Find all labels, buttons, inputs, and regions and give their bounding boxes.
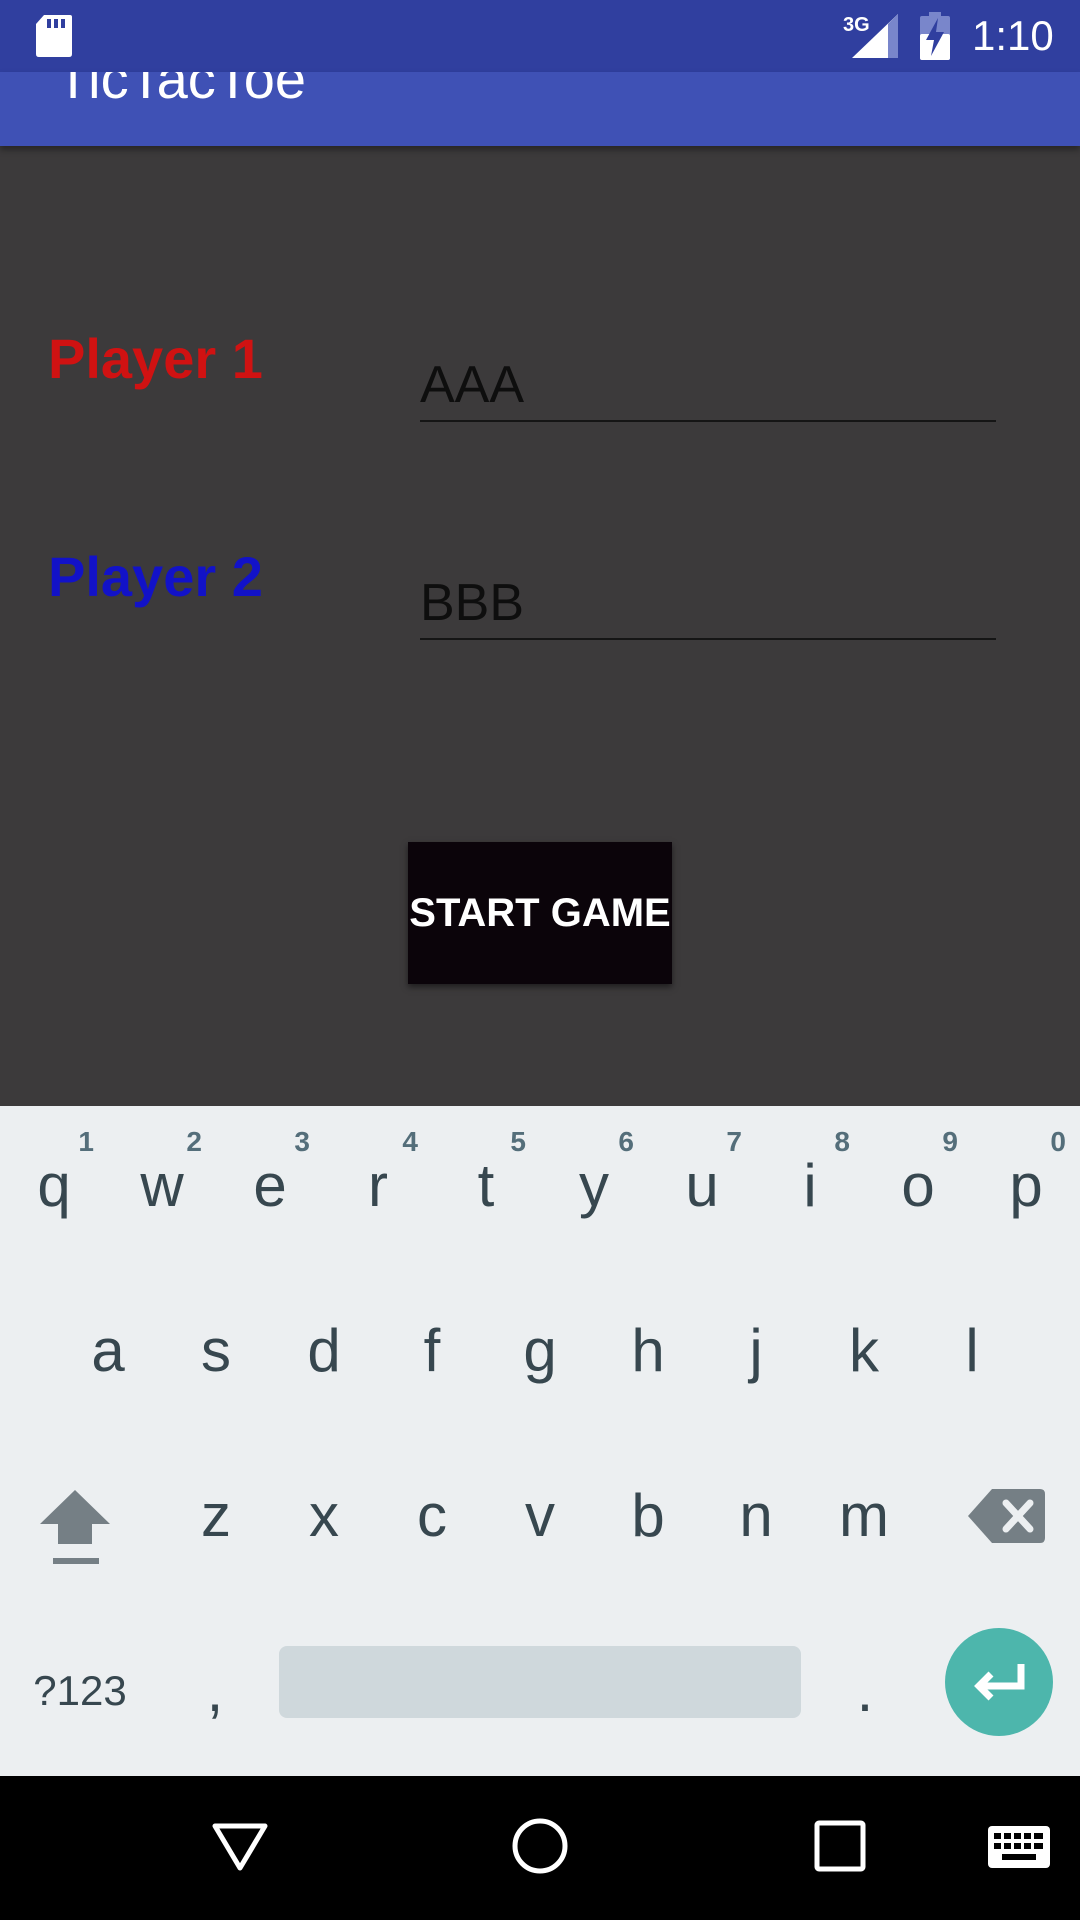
soft-keyboard: ?123 , . q1w2e3r4t5y6u7i8o9p0asdfghjklzx… [0,1106,1080,1776]
key-number-hint: 0 [1050,1126,1066,1157]
key-n[interactable]: n [702,1436,810,1596]
key-number-hint: 7 [726,1126,742,1157]
key-label: e [253,1152,287,1219]
enter-icon [974,1664,1025,1701]
key-label: r [368,1152,388,1219]
delete-key[interactable] [950,1436,1080,1596]
key-label: x [309,1482,339,1549]
player2-label: Player 2 [48,545,263,608]
backspace-icon [968,1489,1045,1543]
player1-label: Player 1 [48,327,263,390]
home-icon[interactable] [510,1816,570,1876]
key-label: y [579,1152,609,1219]
key-number-hint: 6 [618,1126,634,1157]
recents-icon[interactable] [813,1819,867,1873]
start-game-button[interactable]: START GAME [408,842,672,984]
keyboard-icon[interactable] [988,1826,1050,1868]
player1-name-input[interactable] [420,350,996,422]
key-label: j [749,1317,763,1384]
key-o[interactable]: o9 [864,1106,972,1266]
shift-icon [40,1490,110,1564]
key-label: k [849,1317,879,1384]
key-z[interactable]: z [162,1436,270,1596]
key-l[interactable]: l [918,1271,1026,1431]
key-i[interactable]: i8 [756,1106,864,1266]
key-v[interactable]: v [486,1436,594,1596]
key-u[interactable]: u7 [648,1106,756,1266]
key-label: p [1009,1152,1043,1219]
key-label: f [423,1317,441,1384]
player-setup-form: Player 1 Player 2 START GAME [0,146,1080,1106]
key-d[interactable]: d [270,1271,378,1431]
key-number-hint: 4 [402,1126,418,1157]
key-w[interactable]: w2 [108,1106,216,1266]
comma-key[interactable]: , [170,1606,260,1776]
key-label: m [839,1482,889,1549]
space-bar[interactable] [279,1646,801,1718]
key-m[interactable]: m [810,1436,918,1596]
key-number-hint: 2 [186,1126,202,1157]
key-a[interactable]: a [54,1271,162,1431]
battery-charging-icon [920,12,950,60]
key-label: d [307,1317,341,1384]
app-title: TicTacToe [56,72,307,110]
period-key[interactable]: . [820,1606,910,1776]
key-k[interactable]: k [810,1271,918,1431]
key-s[interactable]: s [162,1271,270,1431]
key-t[interactable]: t5 [432,1106,540,1266]
status-clock: 1:10 [972,12,1054,59]
key-label: z [201,1482,231,1549]
key-h[interactable]: h [594,1271,702,1431]
key-label: t [477,1152,495,1219]
key-label: o [901,1152,935,1219]
status-bar: 3G 1:10 [0,0,1080,72]
key-label: u [685,1152,719,1219]
key-label: c [417,1482,447,1549]
key-number-hint: 1 [78,1126,94,1157]
app-bar: TicTacToe [0,72,1080,146]
back-icon[interactable] [210,1816,270,1876]
key-b[interactable]: b [594,1436,702,1596]
key-label: s [201,1317,231,1384]
key-g[interactable]: g [486,1271,594,1431]
key-label: q [37,1152,71,1219]
key-y[interactable]: y6 [540,1106,648,1266]
key-label: l [965,1317,979,1384]
key-number-hint: 9 [942,1126,958,1157]
key-q[interactable]: q1 [0,1106,108,1266]
key-number-hint: 8 [834,1126,850,1157]
key-label: b [631,1482,665,1549]
player2-name-input[interactable] [420,568,996,640]
key-label: h [631,1317,665,1384]
key-label: w [140,1152,184,1219]
sd-card-icon [36,15,72,57]
key-label: a [91,1317,125,1384]
key-c[interactable]: c [378,1436,486,1596]
key-e[interactable]: e3 [216,1106,324,1266]
symbols-key[interactable]: ?123 [0,1606,160,1776]
key-number-hint: 3 [294,1126,310,1157]
key-label: i [803,1152,817,1219]
key-label: v [525,1482,555,1549]
key-j[interactable]: j [702,1271,810,1431]
enter-key[interactable] [945,1628,1053,1736]
key-label: n [739,1482,773,1549]
key-p[interactable]: p0 [972,1106,1080,1266]
key-x[interactable]: x [270,1436,378,1596]
navigation-bar [0,1776,1080,1920]
signal-icon [852,14,898,58]
key-label: g [523,1317,557,1384]
shift-key[interactable] [0,1436,150,1596]
key-f[interactable]: f [378,1271,486,1431]
key-number-hint: 5 [510,1126,526,1157]
key-r[interactable]: r4 [324,1106,432,1266]
